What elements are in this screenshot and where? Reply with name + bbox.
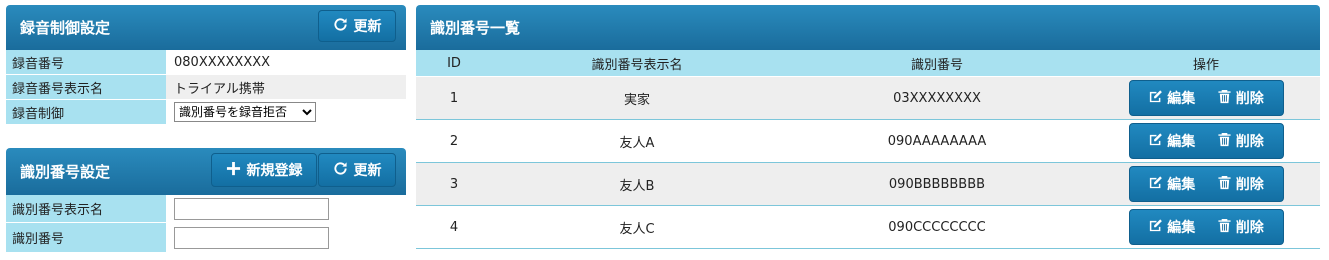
new-register-button[interactable]: 新規登録: [211, 153, 317, 187]
row-id: 3: [449, 176, 459, 192]
col-header-number: 識別番号: [910, 57, 963, 73]
col-header-id: ID: [447, 55, 461, 71]
table-row: 1 実家 03XXXXXXXX 編集 削除: [416, 77, 1320, 120]
col-header-display-name: 識別番号表示名: [591, 57, 683, 73]
edit-label: 編集: [1167, 91, 1196, 107]
edit-button[interactable]: 編集: [1148, 131, 1195, 151]
delete-label: 削除: [1235, 134, 1264, 150]
record-display-name-label: 録音番号表示名: [6, 75, 166, 100]
trash-icon: [1217, 175, 1232, 194]
id-list-header: 識別番号一覧: [416, 5, 1320, 50]
record-control-row: 録音制御 識別番号を録音拒否: [6, 100, 406, 125]
id-settings-refresh-button[interactable]: 更新: [318, 153, 396, 187]
id-display-name-input[interactable]: [174, 197, 329, 220]
delete-button[interactable]: 削除: [1217, 174, 1264, 194]
edit-label: 編集: [1167, 134, 1196, 150]
record-control-label: 録音制御: [6, 100, 166, 125]
edit-button[interactable]: 編集: [1148, 88, 1195, 108]
row-number: 090CCCCCCCC: [888, 219, 986, 235]
id-settings-refresh-label: 更新: [353, 163, 382, 179]
row-action-button: 編集 削除: [1128, 209, 1284, 245]
new-register-label: 新規登録: [246, 163, 303, 179]
trash-icon: [1217, 132, 1232, 151]
edit-icon: [1148, 89, 1163, 108]
delete-label: 削除: [1235, 220, 1264, 236]
refresh-icon: [333, 161, 348, 180]
id-display-name-label: 識別番号表示名: [6, 195, 166, 223]
row-number: 090BBBBBBBB: [888, 176, 986, 192]
id-list-title: 識別番号一覧: [430, 19, 521, 37]
trash-icon: [1217, 218, 1232, 237]
record-number-row: 録音番号 080XXXXXXXX: [6, 50, 406, 75]
table-row: 3 友人B 090BBBBBBBB 編集 削除: [416, 163, 1320, 206]
row-action-button: 編集 削除: [1128, 166, 1284, 202]
record-display-name-value: トライアル携帯: [166, 75, 406, 100]
record-control-select[interactable]: 識別番号を録音拒否: [174, 102, 316, 122]
col-header-operation: 操作: [1192, 57, 1219, 73]
row-display-name: 友人C: [619, 221, 655, 237]
table-row: 4 友人C 090CCCCCCCC 編集 削除: [416, 206, 1320, 249]
row-id: 1: [449, 90, 459, 106]
edit-label: 編集: [1167, 220, 1196, 236]
edit-icon: [1148, 132, 1163, 151]
delete-button[interactable]: 削除: [1217, 131, 1264, 151]
id-number-row: 識別番号: [6, 223, 406, 253]
table-row: 2 友人A 090AAAAAAAA 編集 削除: [416, 120, 1320, 163]
row-id: 2: [449, 133, 459, 149]
id-settings-title: 識別番号設定: [20, 163, 111, 181]
plus-icon: [226, 161, 241, 180]
id-list-table-header: ID 識別番号表示名 識別番号 操作: [416, 50, 1320, 76]
row-action-button: 編集 削除: [1128, 123, 1284, 159]
trash-icon: [1217, 89, 1232, 108]
row-action-button: 編集 削除: [1128, 80, 1284, 116]
delete-label: 削除: [1235, 177, 1264, 193]
id-number-label: 識別番号: [6, 223, 166, 253]
edit-icon: [1148, 218, 1163, 237]
delete-button[interactable]: 削除: [1217, 217, 1264, 237]
row-number: 090AAAAAAAA: [887, 133, 987, 149]
id-number-input[interactable]: [174, 226, 329, 249]
refresh-icon: [333, 17, 348, 36]
record-refresh-button[interactable]: 更新: [318, 10, 396, 42]
record-number-label: 録音番号: [6, 50, 166, 75]
row-display-name: 実家: [623, 92, 650, 108]
delete-label: 削除: [1235, 91, 1264, 107]
record-refresh-label: 更新: [353, 19, 382, 35]
row-number: 03XXXXXXXX: [893, 90, 981, 106]
id-display-name-row: 識別番号表示名: [6, 195, 406, 223]
record-control-title: 録音制御設定: [20, 19, 111, 37]
record-display-name-row: 録音番号表示名 トライアル携帯: [6, 75, 406, 100]
edit-label: 編集: [1167, 177, 1196, 193]
edit-icon: [1148, 175, 1163, 194]
edit-button[interactable]: 編集: [1148, 217, 1195, 237]
record-number-value: 080XXXXXXXX: [166, 50, 406, 75]
edit-button[interactable]: 編集: [1148, 174, 1195, 194]
row-id: 4: [449, 219, 459, 235]
row-display-name: 友人A: [619, 135, 655, 151]
row-display-name: 友人B: [619, 178, 655, 194]
delete-button[interactable]: 削除: [1217, 88, 1264, 108]
